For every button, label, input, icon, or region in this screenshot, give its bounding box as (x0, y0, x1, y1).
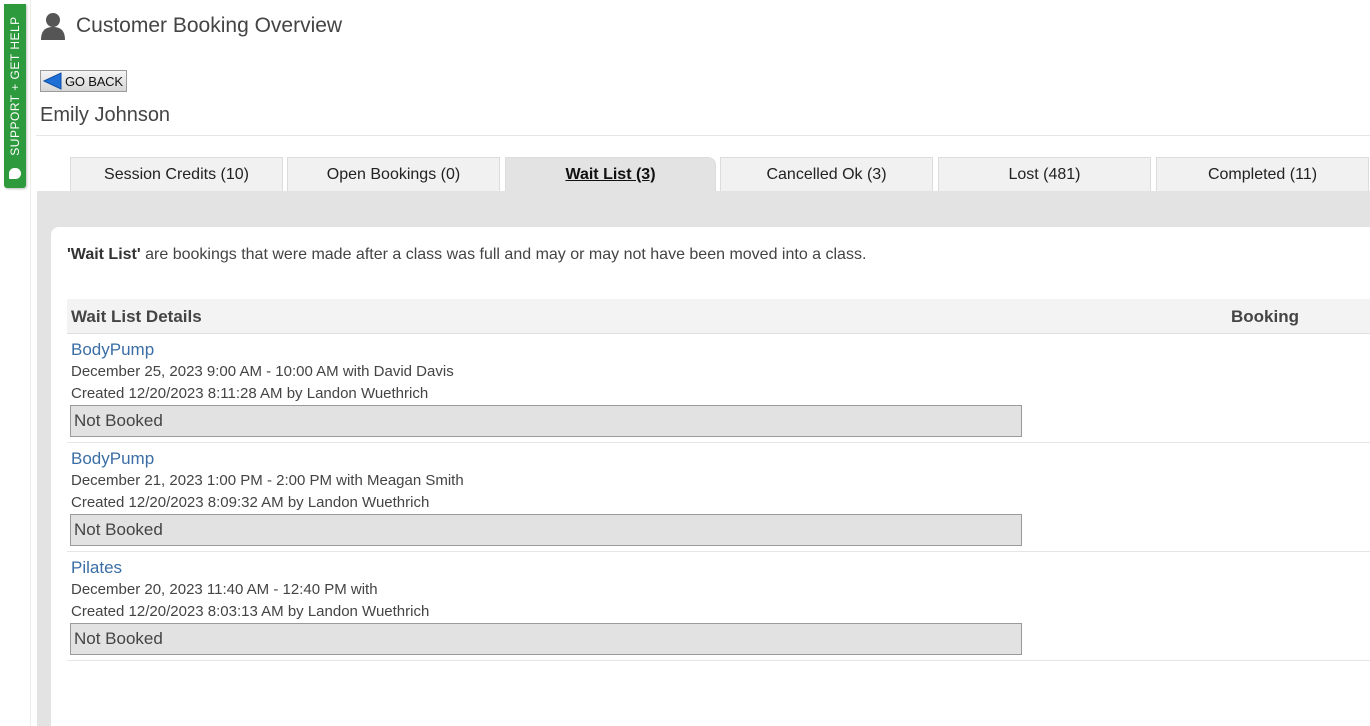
created-info: Created 12/20/2023 8:03:13 AM by Landon … (71, 603, 430, 620)
page-title: Customer Booking Overview (76, 14, 343, 37)
left-divider (30, 0, 31, 726)
back-arrow-icon (43, 72, 62, 90)
table-row: Pilates December 20, 2023 11:40 AM - 12:… (67, 552, 1370, 661)
booking-status-field: Not Booked (70, 514, 1022, 546)
user-silhouette-icon (41, 13, 65, 40)
wait-list-term: 'Wait List' (67, 246, 141, 263)
table-row: BodyPump December 21, 2023 1:00 PM - 2:0… (67, 443, 1370, 552)
support-help-tab[interactable]: SUPPORT + GET HELP (4, 4, 26, 188)
table-row: BodyPump December 25, 2023 9:00 AM - 10:… (67, 334, 1370, 443)
page-header: Customer Booking Overview (40, 10, 342, 42)
tab-completed[interactable]: Completed (11) (1156, 157, 1369, 191)
class-link[interactable]: BodyPump (71, 449, 154, 469)
column-header-details: Wait List Details (71, 307, 202, 326)
wait-list-description: 'Wait List' are bookings that were made … (67, 246, 866, 264)
tab-cancelled-ok[interactable]: Cancelled Ok (3) (720, 157, 933, 191)
class-link[interactable]: BodyPump (71, 340, 154, 360)
tab-session-credits[interactable]: Session Credits (10) (70, 157, 283, 191)
created-info: Created 12/20/2023 8:11:28 AM by Landon … (71, 385, 429, 402)
go-back-button[interactable]: GO BACK (40, 70, 127, 92)
class-datetime: December 21, 2023 1:00 PM - 2:00 PM with… (71, 472, 464, 489)
header-divider (36, 135, 1370, 136)
tab-open-bookings[interactable]: Open Bookings (0) (287, 157, 500, 191)
column-header-booking: Booking (1231, 307, 1299, 326)
table-header: Wait List Details Booking (67, 299, 1370, 334)
support-tab-label: SUPPORT + GET HELP (8, 16, 22, 156)
go-back-label: GO BACK (65, 73, 123, 89)
booking-status-field: Not Booked (70, 405, 1022, 437)
chat-bubble-icon (9, 168, 21, 179)
tab-lost[interactable]: Lost (481) (938, 157, 1151, 191)
booking-status-field: Not Booked (70, 623, 1022, 655)
class-datetime: December 20, 2023 11:40 AM - 12:40 PM wi… (71, 581, 378, 598)
tab-wait-list[interactable]: Wait List (3) (505, 157, 716, 191)
wait-list-panel: 'Wait List' are bookings that were made … (51, 227, 1370, 726)
class-link[interactable]: Pilates (71, 558, 122, 578)
class-datetime: December 25, 2023 9:00 AM - 10:00 AM wit… (71, 363, 454, 380)
created-info: Created 12/20/2023 8:09:32 AM by Landon … (71, 494, 430, 511)
customer-name: Emily Johnson (40, 104, 171, 126)
wait-list-explanation: are bookings that were made after a clas… (140, 246, 867, 263)
